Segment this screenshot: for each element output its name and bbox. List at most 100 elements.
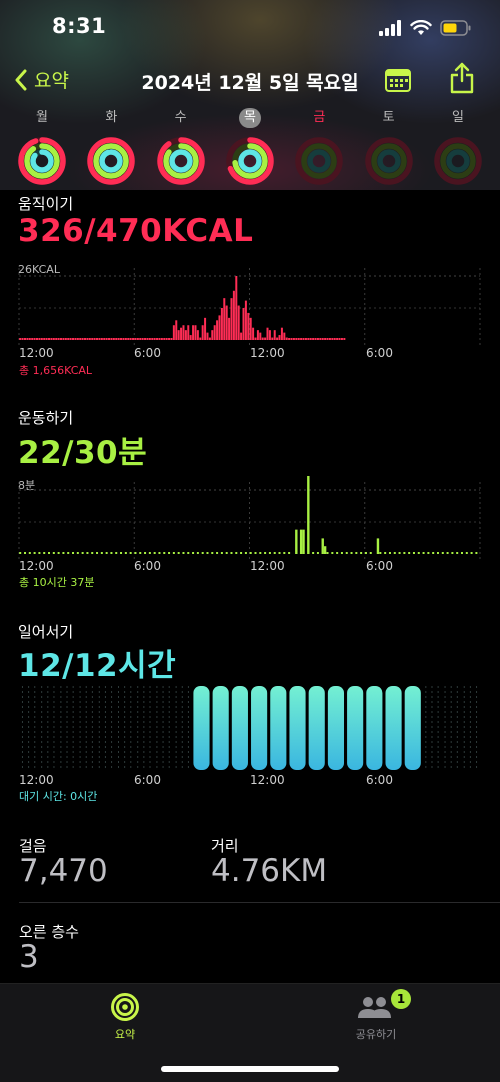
exercise-bar [273,552,276,554]
move-bar [249,317,252,340]
day-3[interactable]: 목 [216,108,284,186]
exercise-bar [153,552,156,554]
move-title: 움직이기 [18,195,74,213]
move-bar [21,338,24,340]
stand-hour-bar [251,686,268,770]
exercise-bar [422,552,425,554]
exercise-bar [336,552,339,554]
day-1[interactable]: 화 [77,108,145,186]
move-axis-label-0: 12:00 [19,346,54,360]
day-5[interactable]: 토 [355,108,423,186]
exercise-bar [364,552,367,554]
move-bar [216,320,219,340]
move-bar [103,338,106,340]
week-strip: 월화수목금 토 일 [8,108,492,186]
move-bar [122,338,125,340]
move-bar [163,338,166,340]
back-button[interactable]: 요약 [14,66,69,93]
stand-hour-bar [231,686,248,770]
stand-hour-bar [385,686,402,770]
day-4[interactable]: 금 [285,108,353,186]
exercise-bar [201,552,204,554]
day-2[interactable]: 수 [147,108,215,186]
move-bar [62,338,65,340]
move-bar [172,325,175,340]
move-bar [266,327,269,340]
move-bar [19,338,22,340]
move-bar [84,338,87,340]
day-label-5: 토 [382,110,395,125]
exercise-bar [172,552,175,554]
move-bar [316,338,319,340]
move-bar [117,338,120,340]
exercise-bar [24,552,27,554]
move-bar [98,338,101,340]
exercise-bar [52,552,55,554]
move-bar [288,338,291,340]
exercise-bar [139,552,142,554]
move-bar [86,338,89,340]
move-bar [26,338,29,340]
move-bar [146,338,149,340]
move-value: 326/470KCAL [18,213,254,249]
move-bar [206,332,209,340]
day-label-6: 일 [451,110,464,125]
move-bar [261,337,264,340]
exercise-axis-label-1: 6:00 [134,559,161,573]
move-bar [247,312,250,340]
home-indicator[interactable] [161,1066,339,1072]
tab-summary[interactable]: 요약 [103,992,147,1042]
chevron-left-icon [15,69,27,90]
day-6[interactable]: 일 [424,108,492,186]
move-bar [259,332,262,340]
exercise-bar [124,552,127,554]
exercise-bar [475,552,478,554]
move-bar [223,298,226,340]
exercise-bar [307,476,310,554]
exercise-bar [144,552,147,554]
day-0[interactable]: 월 [8,108,76,186]
share-icon[interactable] [449,62,475,94]
exercise-bar [295,529,298,554]
exercise-bar [432,552,435,554]
wifi-icon [410,20,432,35]
exercise-bar [100,552,103,554]
move-bar [115,338,118,340]
exercise-bar [350,552,353,554]
exercise-bar [302,529,305,554]
exercise-bar [321,538,324,554]
exercise-bar [264,552,267,554]
move-bar [218,315,221,340]
exercise-bar [441,552,444,554]
move-bar [105,338,108,340]
exercise-bar [323,546,327,554]
calendar-icon[interactable] [384,66,412,94]
exercise-bar [96,552,99,554]
move-bar [153,338,156,340]
move-bar [64,338,67,340]
exercise-bar [168,552,171,554]
move-bar [228,317,231,340]
move-bar [91,338,94,340]
move-bar [96,338,99,340]
move-bar [321,338,324,340]
exercise-bar [451,552,454,554]
move-axis-label-1: 6:00 [134,346,161,360]
move-bar [100,338,103,340]
exercise-bar [19,552,22,554]
exercise-bar [105,552,108,554]
move-bar [244,300,247,340]
exercise-bar [158,552,161,554]
exercise-bar [182,552,185,554]
move-bar [156,338,159,340]
exercise-bar [331,552,334,554]
move-bar [283,332,286,340]
exercise-bar [81,552,84,554]
exercise-bar [470,552,473,554]
exercise-bar [76,552,79,554]
sharing-badge: 1 [391,989,411,1009]
activity-rings-6 [434,137,482,185]
stand-hour-bar [366,686,383,770]
move-bar [48,338,51,340]
move-bar [302,338,305,340]
